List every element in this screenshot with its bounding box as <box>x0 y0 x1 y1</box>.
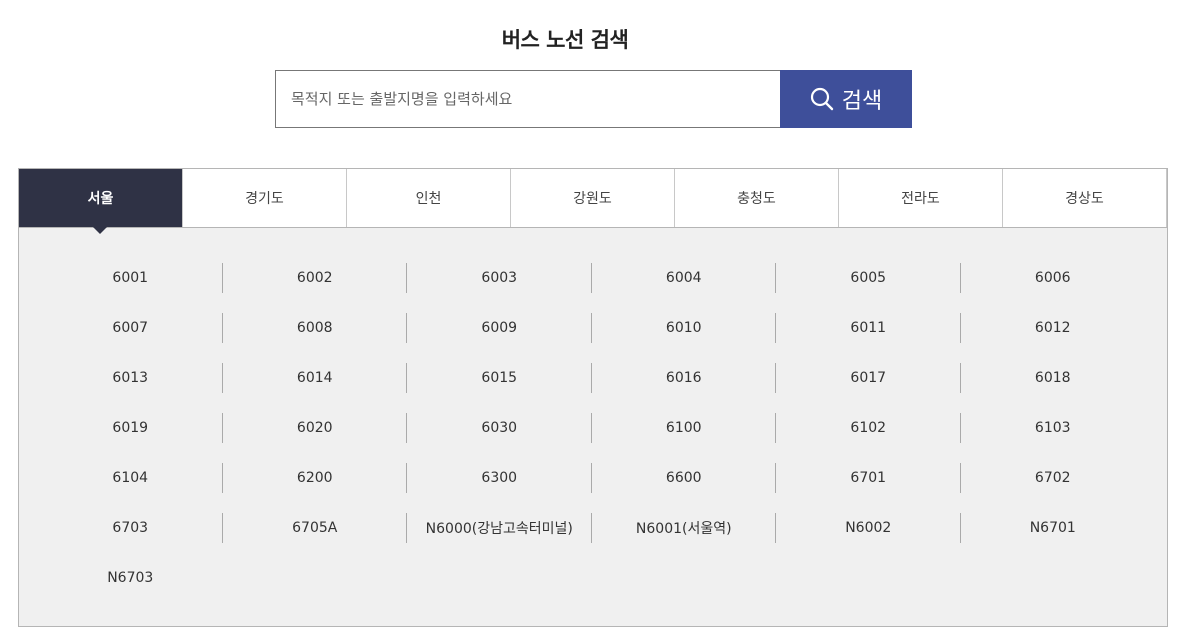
route-label: 6005 <box>850 270 887 286</box>
route-item[interactable]: 6011 <box>776 303 961 353</box>
route-item[interactable]: 6102 <box>776 403 961 453</box>
route-item[interactable]: 6007 <box>38 303 223 353</box>
route-item[interactable]: 6300 <box>407 453 592 503</box>
route-label: 6017 <box>850 370 887 386</box>
route-label: 6701 <box>850 470 887 486</box>
tab-region-2[interactable]: 인천 <box>347 169 511 227</box>
route-label: 6002 <box>296 270 333 286</box>
route-item[interactable]: 6015 <box>407 353 592 403</box>
tab-region-1[interactable]: 경기도 <box>183 169 347 227</box>
route-label: 6102 <box>850 420 887 436</box>
route-item[interactable]: 6017 <box>776 353 961 403</box>
route-item[interactable]: 6100 <box>592 403 776 453</box>
route-label: N6701 <box>1029 520 1076 536</box>
route-item[interactable]: N6001(서울역) <box>592 503 776 553</box>
route-label: 6702 <box>1034 470 1071 486</box>
route-label: 6015 <box>481 370 518 386</box>
search-button[interactable]: 검색 <box>780 70 912 128</box>
route-label: 6003 <box>481 270 518 286</box>
route-label: 6200 <box>296 470 333 486</box>
route-label: N6703 <box>107 570 154 586</box>
route-label: 6004 <box>665 270 702 286</box>
page-title: 버스 노선 검색 <box>501 28 629 52</box>
route-label: N6001(서울역) <box>635 521 732 537</box>
route-label: N6002 <box>845 520 892 536</box>
route-item[interactable]: 6005 <box>776 253 961 303</box>
route-label: 6012 <box>1034 320 1071 336</box>
route-item[interactable]: 6104 <box>38 453 223 503</box>
route-label: 6705A <box>292 520 338 536</box>
route-label: N6000(강남고속터미널) <box>425 521 573 537</box>
route-label: 6006 <box>1034 270 1071 286</box>
route-item[interactable]: 6013 <box>38 353 223 403</box>
route-item[interactable]: 6018 <box>961 353 1146 403</box>
route-item[interactable]: 6701 <box>776 453 961 503</box>
route-item[interactable]: 6004 <box>592 253 776 303</box>
route-item[interactable]: 6010 <box>592 303 776 353</box>
route-label: 6600 <box>665 470 702 486</box>
route-label: 6030 <box>481 420 518 436</box>
tab-region-5[interactable]: 전라도 <box>839 169 1003 227</box>
tab-region-4[interactable]: 충청도 <box>675 169 839 227</box>
route-label: 6019 <box>112 420 149 436</box>
tab-region-3[interactable]: 강원도 <box>511 169 675 227</box>
region-tab-bar: 서울 경기도 인천 강원도 충청도 전라도 경상도 <box>19 169 1167 234</box>
route-label: 6001 <box>112 270 149 286</box>
route-item[interactable]: 6001 <box>38 253 223 303</box>
route-label: 6300 <box>481 470 518 486</box>
route-item[interactable]: N6002 <box>776 503 961 553</box>
route-label: 6009 <box>481 320 518 336</box>
route-label: 6104 <box>112 470 149 486</box>
route-label: 6013 <box>112 370 149 386</box>
route-list: 6001 6002 6003 6004 6005 6006 6007 6008 6009 6010… <box>38 253 1145 603</box>
route-item[interactable]: 6020 <box>223 403 407 453</box>
route-item[interactable]: N6701 <box>961 503 1146 553</box>
route-label: 6007 <box>112 320 149 336</box>
route-label: 6016 <box>665 370 702 386</box>
search-button-label: 검색 <box>841 89 883 114</box>
route-item[interactable]: 6103 <box>961 403 1146 453</box>
route-item[interactable]: 6016 <box>592 353 776 403</box>
route-item[interactable]: 6030 <box>407 403 592 453</box>
search-bar: 검색 <box>275 70 912 128</box>
route-item[interactable]: 6012 <box>961 303 1146 353</box>
route-item[interactable]: 6200 <box>223 453 407 503</box>
region-route-panel: 서울 경기도 인천 강원도 충청도 전라도 경상도 6001 6002 6003 6004 6005… <box>18 168 1168 627</box>
route-label: 6011 <box>850 320 887 336</box>
route-item[interactable]: 6702 <box>961 453 1146 503</box>
route-item[interactable]: N6000(강남고속터미널) <box>407 503 592 553</box>
route-item[interactable]: 6002 <box>223 253 407 303</box>
route-item[interactable]: 6006 <box>961 253 1146 303</box>
search-input[interactable] <box>275 70 780 128</box>
search-icon <box>810 87 834 111</box>
route-label: 6100 <box>665 420 702 436</box>
route-item[interactable]: 6003 <box>407 253 592 303</box>
route-label: 6010 <box>665 320 702 336</box>
route-item[interactable]: 6705A <box>223 503 407 553</box>
route-label: 6014 <box>296 370 333 386</box>
route-item[interactable]: 6600 <box>592 453 776 503</box>
tab-region-0[interactable]: 서울 <box>19 169 183 234</box>
route-label: 6103 <box>1034 420 1071 436</box>
route-label: 6703 <box>112 520 149 536</box>
route-item[interactable]: 6019 <box>38 403 223 453</box>
route-item[interactable]: 6008 <box>223 303 407 353</box>
route-label: 6018 <box>1034 370 1071 386</box>
route-item[interactable]: 6014 <box>223 353 407 403</box>
route-label: 6020 <box>296 420 333 436</box>
route-item[interactable]: 6703 <box>38 503 223 553</box>
route-item[interactable]: N6703 <box>38 553 223 603</box>
route-label: 6008 <box>296 320 333 336</box>
tab-region-6[interactable]: 경상도 <box>1003 169 1167 227</box>
route-item[interactable]: 6009 <box>407 303 592 353</box>
